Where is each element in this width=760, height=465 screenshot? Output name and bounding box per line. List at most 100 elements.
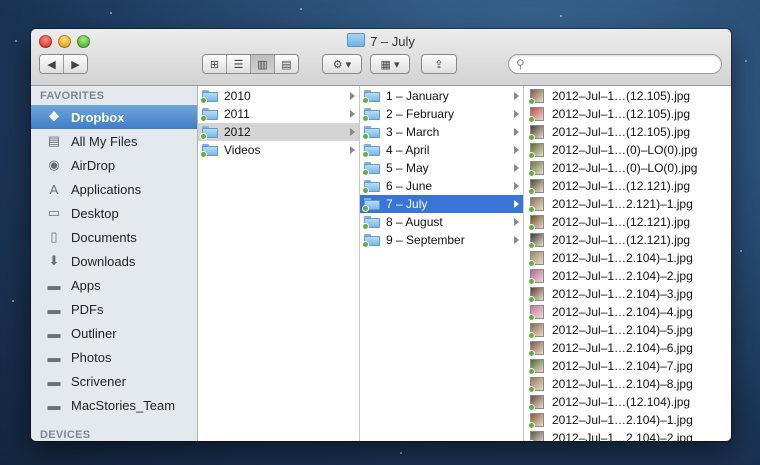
image-thumbnail-icon bbox=[528, 413, 544, 429]
forward-button[interactable]: ▶ bbox=[64, 55, 87, 73]
folder-icon: ▬ bbox=[47, 301, 61, 317]
image-thumbnail-icon bbox=[528, 143, 544, 159]
file-row[interactable]: 2012–Jul–1…2.104)–3.jpg bbox=[524, 285, 731, 303]
sidebar-item[interactable]: ▭ Desktop bbox=[31, 201, 197, 225]
file-name: 2012–Jul–1…2.104)–8.jpg bbox=[552, 377, 693, 391]
image-thumbnail-icon bbox=[528, 125, 544, 141]
search-icon: ⚲ bbox=[516, 57, 525, 71]
sidebar-item[interactable]: ▬ Photos bbox=[31, 345, 197, 369]
file-row[interactable]: 2012–Jul–1…2.104)–7.jpg bbox=[524, 357, 731, 375]
image-thumbnail-icon bbox=[528, 269, 544, 285]
file-row[interactable]: 2012–Jul–1…(0)–LO(0).jpg bbox=[524, 159, 731, 177]
window-title: 7 – July bbox=[31, 33, 731, 49]
back-arrow-icon: ◀ bbox=[47, 58, 56, 71]
year-folder-label: 2012 bbox=[224, 125, 251, 139]
sidebar-item[interactable]: ▬ Outliner bbox=[31, 321, 197, 345]
file-row[interactable]: 2012–Jul–1…2.104)–2.jpg bbox=[524, 429, 731, 441]
action-button[interactable]: ⚙ ▾ bbox=[322, 54, 362, 74]
file-row[interactable]: 2012–Jul–1…(12.105).jpg bbox=[524, 87, 731, 105]
file-row[interactable]: 2012–Jul–1…(12.105).jpg bbox=[524, 105, 731, 123]
sidebar-item[interactable]: ▤ All My Files bbox=[31, 129, 197, 153]
file-row[interactable]: 2012–Jul–1…(12.104).jpg bbox=[524, 393, 731, 411]
sidebar-item[interactable]: ▬ MacStories_Team bbox=[31, 393, 197, 417]
month-folder-row[interactable]: 3 – March bbox=[360, 123, 523, 141]
column-view-button[interactable]: ▥ bbox=[251, 55, 275, 73]
disclosure-arrow-icon bbox=[514, 200, 519, 208]
folder-icon bbox=[200, 144, 218, 158]
month-folder-label: 3 – March bbox=[386, 125, 440, 139]
search-field[interactable]: ⚲ bbox=[508, 54, 722, 74]
forward-arrow-icon: ▶ bbox=[71, 58, 80, 71]
share-icon: ⇪ bbox=[434, 58, 444, 71]
file-name: 2012–Jul–1…2.121)–1.jpg bbox=[552, 197, 693, 211]
arrange-button[interactable]: ▦ ▾ bbox=[370, 54, 410, 74]
year-folder-row[interactable]: Videos bbox=[198, 141, 359, 159]
year-folder-row[interactable]: 2012 bbox=[198, 123, 359, 141]
devices-heading: DEVICES bbox=[40, 429, 91, 441]
month-folder-row[interactable]: 4 – April bbox=[360, 141, 523, 159]
month-folder-row[interactable]: 5 – May bbox=[360, 159, 523, 177]
month-folder-row[interactable]: 8 – August bbox=[360, 213, 523, 231]
back-button[interactable]: ◀ bbox=[40, 55, 64, 73]
file-row[interactable]: 2012–Jul–1…(12.121).jpg bbox=[524, 213, 731, 231]
file-row[interactable]: 2012–Jul–1…2.104)–6.jpg bbox=[524, 339, 731, 357]
month-folder-label: 4 – April bbox=[386, 143, 430, 157]
file-name: 2012–Jul–1…2.104)–7.jpg bbox=[552, 359, 693, 373]
file-row[interactable]: 2012–Jul–1…(12.121).jpg bbox=[524, 231, 731, 249]
disclosure-arrow-icon bbox=[350, 92, 355, 100]
month-folder-row[interactable]: 6 – June bbox=[360, 177, 523, 195]
file-row[interactable]: 2012–Jul–1…2.121)–1.jpg bbox=[524, 195, 731, 213]
year-folder-row[interactable]: 2011 bbox=[198, 105, 359, 123]
sidebar-item[interactable]: ⬇ Downloads bbox=[31, 249, 197, 273]
file-row[interactable]: 2012–Jul–1…2.104)–4.jpg bbox=[524, 303, 731, 321]
sidebar-item[interactable]: ▯ Documents bbox=[31, 225, 197, 249]
icon-view-button[interactable]: ⊞ bbox=[203, 55, 227, 73]
sidebar-item-label: Documents bbox=[71, 229, 137, 245]
gear-icon: ⚙ ▾ bbox=[332, 58, 352, 71]
arrange-icon: ▦ ▾ bbox=[380, 58, 400, 71]
applications-icon: A bbox=[49, 181, 59, 197]
file-row[interactable]: 2012–Jul–1…2.104)–5.jpg bbox=[524, 321, 731, 339]
cover-flow-button[interactable]: ▤ bbox=[275, 55, 298, 73]
sidebar-item[interactable]: ▬ Scrivener bbox=[31, 369, 197, 393]
image-thumbnail-icon bbox=[528, 161, 544, 177]
file-name: 2012–Jul–1…2.104)–1.jpg bbox=[552, 413, 693, 427]
month-folder-row[interactable]: 2 – February bbox=[360, 105, 523, 123]
downloads-icon: ⬇ bbox=[48, 253, 60, 268]
month-folder-row[interactable]: 9 – September bbox=[360, 231, 523, 249]
year-folder-row[interactable]: 2010 bbox=[198, 87, 359, 105]
image-thumbnail-icon bbox=[528, 323, 544, 339]
disclosure-arrow-icon bbox=[514, 128, 519, 136]
sidebar-item[interactable]: A Applications bbox=[31, 177, 197, 201]
file-name: 2012–Jul–1…(12.104).jpg bbox=[552, 395, 691, 409]
month-folder-row[interactable]: 7 – July bbox=[360, 195, 523, 213]
file-row[interactable]: 2012–Jul–1…(0)–LO(0).jpg bbox=[524, 141, 731, 159]
image-thumbnail-icon bbox=[528, 341, 544, 357]
disclosure-arrow-icon bbox=[514, 182, 519, 190]
month-folder-label: 2 – February bbox=[386, 107, 455, 121]
file-name: 2012–Jul–1…(12.105).jpg bbox=[552, 125, 691, 139]
file-row[interactable]: 2012–Jul–1…2.104)–1.jpg bbox=[524, 411, 731, 429]
sidebar-item[interactable]: ❖ Dropbox bbox=[31, 105, 197, 129]
list-view-button[interactable]: ☰ bbox=[227, 55, 251, 73]
file-row[interactable]: 2012–Jul–1…2.104)–8.jpg bbox=[524, 375, 731, 393]
file-row[interactable]: 2012–Jul–1…2.104)–1.jpg bbox=[524, 249, 731, 267]
folder-icon bbox=[347, 33, 366, 47]
folder-icon bbox=[362, 90, 380, 104]
file-row[interactable]: 2012–Jul–1…(12.105).jpg bbox=[524, 123, 731, 141]
year-folder-label: 2011 bbox=[224, 107, 250, 121]
month-folder-row[interactable]: 1 – January bbox=[360, 87, 523, 105]
folder-icon bbox=[362, 216, 380, 230]
image-thumbnail-icon bbox=[528, 179, 544, 195]
file-row[interactable]: 2012–Jul–1…2.104)–2.jpg bbox=[524, 267, 731, 285]
all-files-icon: ▤ bbox=[47, 133, 61, 148]
sidebar-item-label: Dropbox bbox=[71, 109, 125, 125]
sidebar-item[interactable]: ◉ AirDrop bbox=[31, 153, 197, 177]
year-folder-label: 2010 bbox=[224, 89, 251, 103]
file-row[interactable]: 2012–Jul–1…(12.121).jpg bbox=[524, 177, 731, 195]
share-button[interactable]: ⇪ bbox=[421, 54, 457, 74]
folder-icon bbox=[362, 162, 380, 176]
sidebar-item[interactable]: ▬ PDFs bbox=[31, 297, 197, 321]
airdrop-icon: ◉ bbox=[48, 157, 60, 172]
sidebar-item[interactable]: ▬ Apps bbox=[31, 273, 197, 297]
